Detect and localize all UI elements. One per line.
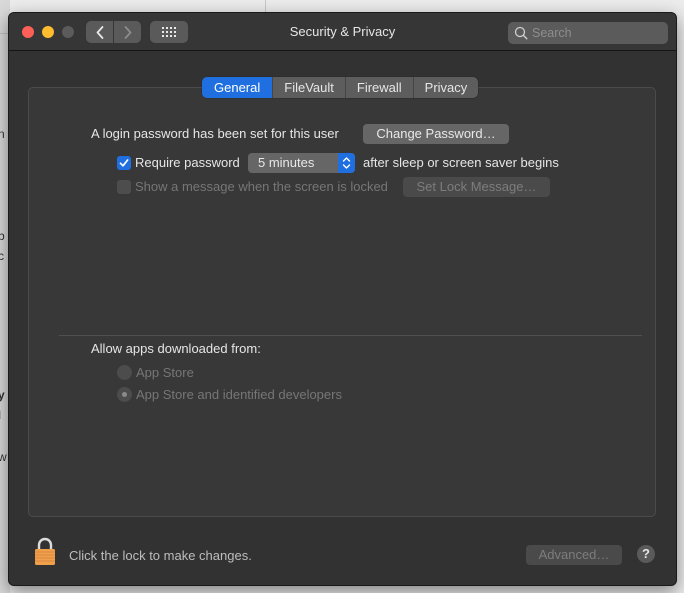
require-password-suffix: after sleep or screen saver begins xyxy=(363,155,559,170)
radio-app-store-label: App Store xyxy=(136,365,194,380)
lock-hint-text: Click the lock to make changes. xyxy=(69,548,252,563)
search-icon xyxy=(514,26,528,40)
background-text-fragment: c xyxy=(0,249,4,263)
allow-apps-heading: Allow apps downloaded from: xyxy=(91,341,261,356)
set-lock-message-button[interactable]: Set Lock Message… xyxy=(403,177,550,197)
lock-icon[interactable] xyxy=(34,537,56,566)
show-message-checkbox[interactable] xyxy=(117,180,131,194)
tab-general[interactable]: General xyxy=(202,77,273,98)
help-button[interactable]: ? xyxy=(637,545,655,563)
tab-bar: General FileVault Firewall Privacy xyxy=(202,77,479,98)
background-text-fragment: n xyxy=(0,127,5,141)
search-input[interactable] xyxy=(532,26,662,40)
require-password-delay-select[interactable]: 5 minutes xyxy=(248,153,355,173)
background-text-fragment: b xyxy=(0,229,5,243)
tab-privacy[interactable]: Privacy xyxy=(412,77,479,98)
titlebar: Security & Privacy xyxy=(9,13,676,51)
background-text-fragment: w xyxy=(0,450,7,464)
selected-delay: 5 minutes xyxy=(258,155,315,170)
radio-app-store-identified[interactable] xyxy=(117,387,132,402)
checkmark-icon xyxy=(119,159,129,167)
require-password-checkbox[interactable] xyxy=(117,156,131,170)
change-password-button[interactable]: Change Password… xyxy=(363,124,509,144)
tab-firewall[interactable]: Firewall xyxy=(344,77,413,98)
security-privacy-window: Security & Privacy General FileVault Fir… xyxy=(8,12,677,586)
section-divider xyxy=(59,335,642,336)
tab-filevault[interactable]: FileVault xyxy=(272,77,345,98)
search-field[interactable] xyxy=(508,22,668,44)
background-text-fragment: y xyxy=(0,388,5,402)
radio-app-store[interactable] xyxy=(117,365,132,380)
updown-chevron-icon xyxy=(338,153,355,173)
general-panel xyxy=(28,87,656,517)
login-password-label: A login password has been set for this u… xyxy=(91,126,339,141)
require-password-label: Require password xyxy=(135,155,240,170)
radio-selected-dot xyxy=(122,392,127,397)
background-text-fragment: I xyxy=(0,408,1,422)
advanced-button[interactable]: Advanced… xyxy=(526,545,622,565)
show-message-label: Show a message when the screen is locked xyxy=(135,179,388,194)
radio-app-store-identified-label: App Store and identified developers xyxy=(136,387,342,402)
